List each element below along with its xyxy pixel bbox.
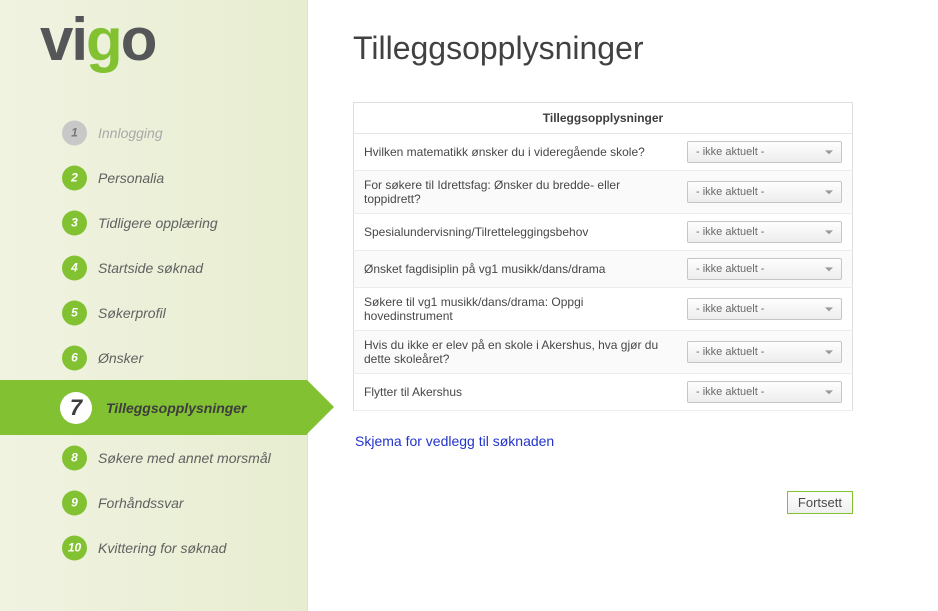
table-header: Tilleggsopplysninger: [354, 103, 853, 134]
step-badge: 3: [62, 210, 87, 235]
step-nav: 1 Innlogging 2 Personalia 3 Tidligere opplæri…: [0, 90, 307, 570]
row-select-cell: - ikke aktuelt -: [677, 251, 853, 288]
select-dropdown[interactable]: - ikke aktuelt -: [687, 181, 842, 203]
step-badge: 4: [62, 255, 87, 280]
page-title: Tilleggsopplysninger: [353, 30, 908, 67]
step-badge: 9: [62, 490, 87, 515]
select-dropdown[interactable]: - ikke aktuelt -: [687, 341, 842, 363]
sidebar: vigo 1 Innlogging 2 Personalia 3 Tidligere op…: [0, 0, 308, 611]
row-label: Hvis du ikke er elev på en skole i Akers…: [354, 331, 678, 374]
step-label: Søkere med annet morsmål: [98, 450, 271, 466]
continue-button[interactable]: Fortsett: [787, 491, 853, 514]
sidebar-step-4[interactable]: 4 Startside søknad: [0, 245, 307, 290]
select-dropdown[interactable]: - ikke aktuelt -: [687, 141, 842, 163]
select-dropdown[interactable]: - ikke aktuelt -: [687, 258, 842, 280]
row-label: Hvilken matematikk ønsker du i videregåe…: [354, 134, 678, 171]
select-dropdown[interactable]: - ikke aktuelt -: [687, 298, 842, 320]
step-badge: 2: [62, 165, 87, 190]
row-select-cell: - ikke aktuelt -: [677, 171, 853, 214]
row-select-cell: - ikke aktuelt -: [677, 134, 853, 171]
sidebar-step-9[interactable]: 9 Forhåndssvar: [0, 480, 307, 525]
row-label: Ønsket fagdisiplin på vg1 musikk/dans/dr…: [354, 251, 678, 288]
main-content: Tilleggsopplysninger Tilleggsopplysninge…: [308, 0, 938, 611]
table-row: Søkere til vg1 musikk/dans/drama: Oppgi …: [354, 288, 853, 331]
logo: vigo: [0, 10, 307, 90]
table-row: Hvis du ikke er elev på en skole i Akers…: [354, 331, 853, 374]
row-label: Søkere til vg1 musikk/dans/drama: Oppgi …: [354, 288, 678, 331]
attachment-form-link[interactable]: Skjema for vedlegg til søknaden: [355, 433, 554, 449]
step-label: Innlogging: [98, 125, 163, 141]
table-row: Hvilken matematikk ønsker du i videregåe…: [354, 134, 853, 171]
select-dropdown[interactable]: - ikke aktuelt -: [687, 381, 842, 403]
table-row: Flytter til Akershus - ikke aktuelt -: [354, 374, 853, 411]
table-row: Spesialundervisning/Tilretteleggingsbeho…: [354, 214, 853, 251]
sidebar-step-6[interactable]: 6 Ønsker: [0, 335, 307, 380]
logo-part-3: o: [121, 6, 156, 73]
row-select-cell: - ikke aktuelt -: [677, 214, 853, 251]
step-badge: 6: [62, 345, 87, 370]
step-badge: 5: [62, 300, 87, 325]
supplementary-info-table: Tilleggsopplysninger Hvilken matematikk …: [353, 102, 853, 411]
sidebar-step-7[interactable]: 7 Tilleggsopplysninger: [0, 380, 307, 435]
row-label: For søkere til Idrettsfag: Ønsker du bre…: [354, 171, 678, 214]
sidebar-step-10[interactable]: 10 Kvittering for søknad: [0, 525, 307, 570]
row-label: Flytter til Akershus: [354, 374, 678, 411]
logo-part-2: g: [86, 6, 121, 73]
sidebar-step-3[interactable]: 3 Tidligere opplæring: [0, 200, 307, 245]
step-badge: 7: [60, 392, 92, 424]
table-row: For søkere til Idrettsfag: Ønsker du bre…: [354, 171, 853, 214]
logo-part-1: vi: [40, 6, 86, 73]
step-label: Søkerprofil: [98, 305, 166, 321]
row-select-cell: - ikke aktuelt -: [677, 288, 853, 331]
step-label: Forhåndssvar: [98, 495, 184, 511]
row-select-cell: - ikke aktuelt -: [677, 331, 853, 374]
sidebar-step-5[interactable]: 5 Søkerprofil: [0, 290, 307, 335]
table-row: Ønsket fagdisiplin på vg1 musikk/dans/dr…: [354, 251, 853, 288]
row-select-cell: - ikke aktuelt -: [677, 374, 853, 411]
sidebar-step-8[interactable]: 8 Søkere med annet morsmål: [0, 435, 307, 480]
step-badge: 8: [62, 445, 87, 470]
step-label: Tilleggsopplysninger: [106, 400, 247, 416]
step-badge: 1: [62, 120, 87, 145]
sidebar-step-2[interactable]: 2 Personalia: [0, 155, 307, 200]
sidebar-step-1[interactable]: 1 Innlogging: [0, 110, 307, 155]
row-label: Spesialundervisning/Tilretteleggingsbeho…: [354, 214, 678, 251]
step-label: Tidligere opplæring: [98, 215, 218, 231]
step-label: Startside søknad: [98, 260, 203, 276]
select-dropdown[interactable]: - ikke aktuelt -: [687, 221, 842, 243]
step-label: Kvittering for søknad: [98, 540, 226, 556]
step-label: Ønsker: [98, 350, 143, 366]
step-label: Personalia: [98, 170, 164, 186]
step-badge: 10: [62, 535, 87, 560]
